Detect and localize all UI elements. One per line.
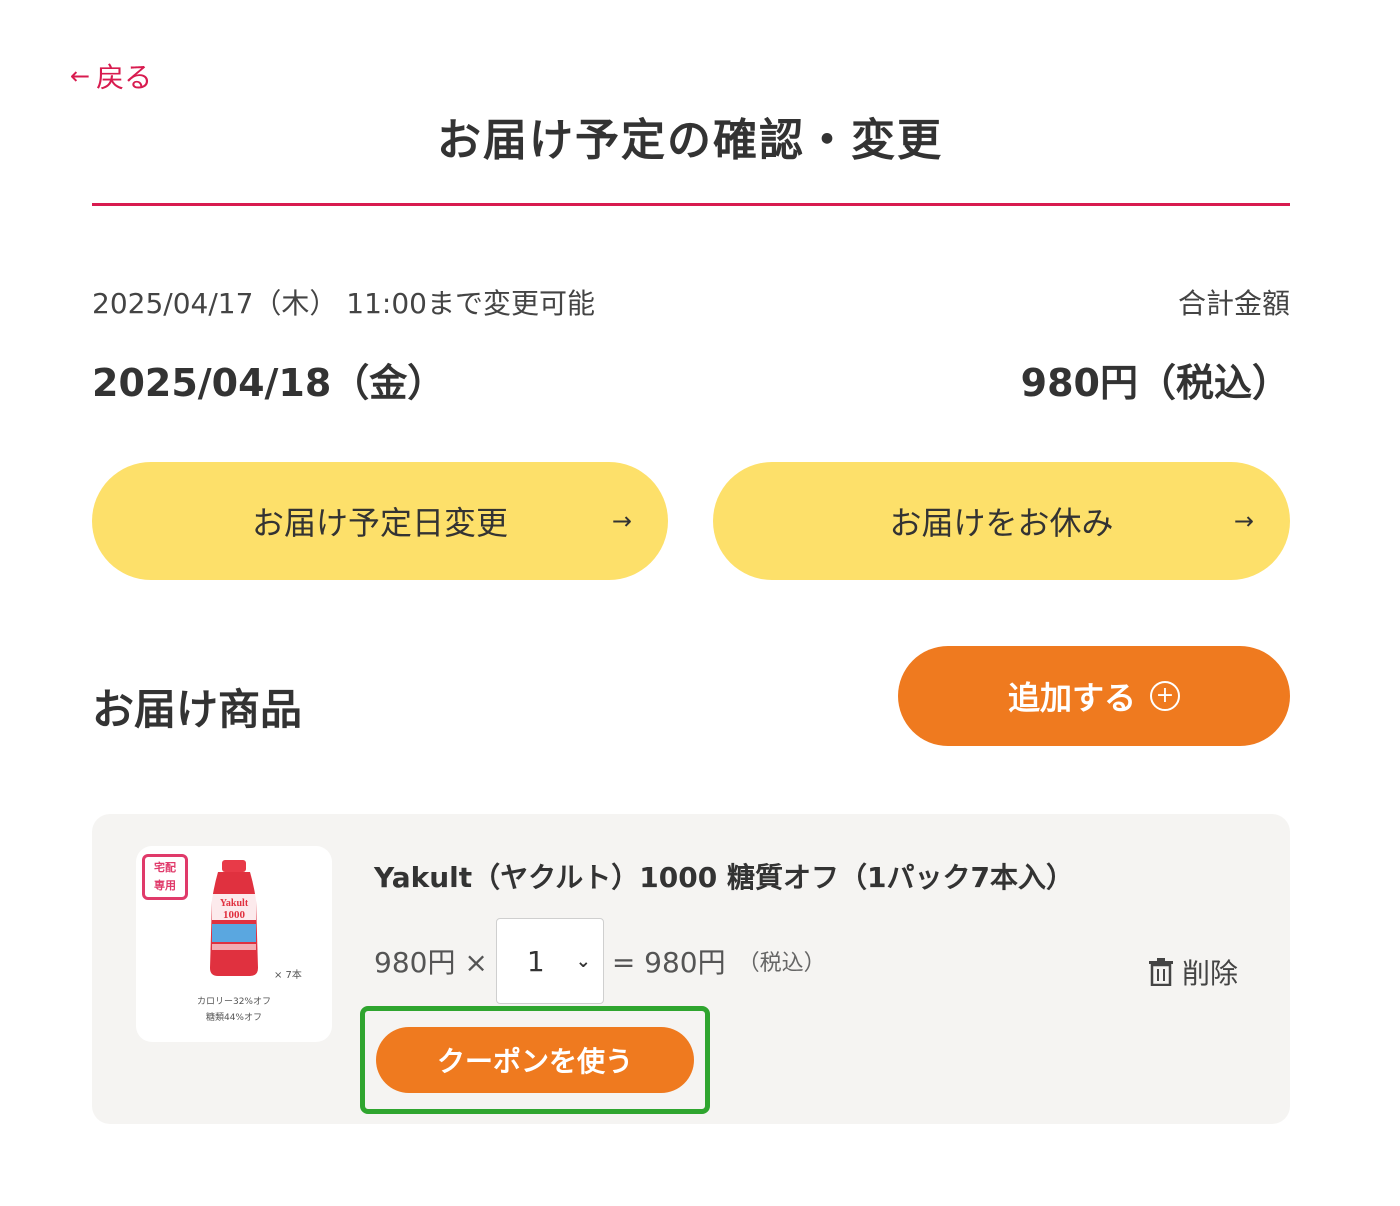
chevron-down-icon: ⌄ bbox=[575, 950, 591, 972]
trash-icon bbox=[1149, 958, 1173, 986]
delivery-products-heading: お届け商品 bbox=[92, 685, 303, 734]
change-delivery-date-button[interactable]: お届け予定日変更 → bbox=[92, 462, 668, 580]
pack-count: × 7本 bbox=[274, 970, 302, 981]
quantity-value: 1 bbox=[526, 944, 545, 978]
use-coupon-button[interactable]: クーポンを使う bbox=[376, 1027, 694, 1093]
subtotal-price: = 980円 bbox=[611, 946, 726, 979]
quantity-select[interactable]: 1 ⌄ bbox=[495, 918, 604, 1004]
total-amount-value: 980円（税込） bbox=[1020, 361, 1290, 405]
change-delivery-date-label: お届け予定日変更 bbox=[251, 504, 508, 542]
delete-label: 削除 bbox=[1182, 957, 1239, 990]
arrow-right-icon: → bbox=[1233, 507, 1254, 535]
skip-delivery-button[interactable]: お届けをお休み → bbox=[713, 462, 1290, 580]
product-name[interactable]: Yakult（ヤクルト）1000 糖質オフ（1パック7本入） bbox=[374, 856, 1074, 896]
svg-text:Yakult: Yakult bbox=[220, 898, 249, 909]
total-amount-label: 合計金額 bbox=[1177, 287, 1290, 320]
plus-circle-icon: + bbox=[1150, 681, 1180, 711]
back-arrow-icon: ← bbox=[70, 62, 91, 90]
svg-text:1000: 1000 bbox=[223, 909, 246, 921]
price-row: 980円 × 1 ⌄ = 980円 （税込） bbox=[374, 918, 826, 1004]
back-link[interactable]: ← 戻る bbox=[70, 56, 152, 96]
yakult-bottle-icon: Yakult 1000 bbox=[210, 860, 258, 976]
skip-delivery-label: お届けをお休み bbox=[889, 504, 1114, 542]
sugar-caption: 糖類44%オフ bbox=[205, 1013, 262, 1023]
back-label: 戻る bbox=[96, 61, 153, 94]
add-product-button[interactable]: 追加する + bbox=[898, 646, 1290, 746]
tax-note: （税込） bbox=[737, 951, 826, 976]
product-image[interactable]: 宅配 専用 Yakult 1000 × 7本 カロリー32%オフ 糖類44%オフ bbox=[136, 846, 332, 1042]
add-product-label: 追加する bbox=[1007, 679, 1136, 717]
home-delivery-only-badge: 宅配 専用 bbox=[142, 854, 188, 900]
product-card: 宅配 専用 Yakult 1000 × 7本 カロリー32%オフ 糖類44%オフ… bbox=[92, 814, 1290, 1124]
delivery-date: 2025/04/18（金） bbox=[92, 361, 446, 405]
title-divider bbox=[92, 203, 1290, 206]
page-title: お届け予定の確認・変更 bbox=[437, 115, 943, 166]
unit-price: 980円 × bbox=[374, 946, 488, 979]
calorie-caption: カロリー32%オフ bbox=[196, 997, 271, 1007]
change-deadline-text: 2025/04/17（木） 11:00まで変更可能 bbox=[92, 287, 595, 320]
delete-product-button[interactable]: 削除 bbox=[1148, 952, 1238, 992]
arrow-right-icon: → bbox=[611, 507, 632, 535]
